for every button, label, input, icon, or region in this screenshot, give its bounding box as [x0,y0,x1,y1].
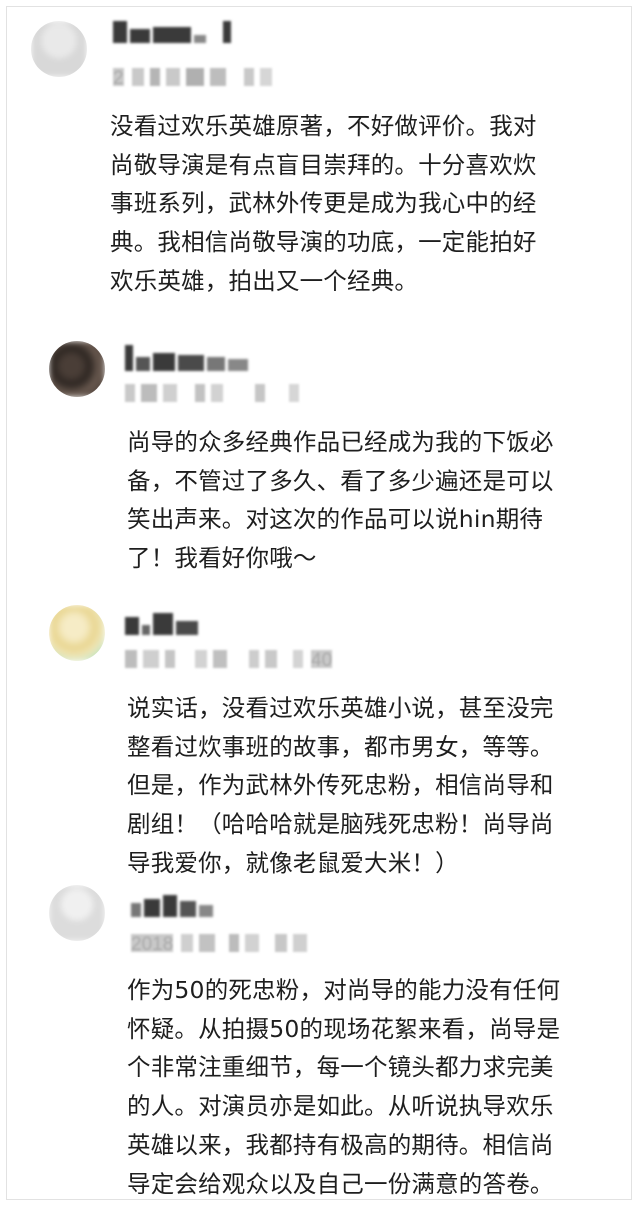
avatar[interactable] [49,885,105,941]
comment-text: 作为50的死忠粉，对尚导的能力没有任何 怀疑。从拍摄50的现场花絮来看，尚导是 … [127,976,561,1198]
comment-timestamp: 40 [125,647,333,671]
comment-text: 尚导的众多经典作品已经成为我的下饭必 备，不管过了多久、看了多少遍还是可以 笑出… [127,428,554,573]
comment-timestamp: 2018 [131,931,308,955]
comment-text: 说实话，没看过欢乐英雄小说，甚至没完 整看过炊事班的故事，都市男女，等等。 但是… [127,694,554,877]
username-redacted[interactable] [131,887,213,917]
username-redacted[interactable] [113,13,231,43]
avatar[interactable] [49,605,105,661]
comment-text: 没看过欢乐英雄原著，不好做评价。我对 尚敬导演是有点盲目崇拜的。十分喜欢炊 事班… [110,112,537,295]
avatar[interactable] [31,21,87,77]
comment-timestamp: 2 [113,65,272,89]
username-redacted[interactable] [125,341,248,371]
comment-timestamp [125,381,299,405]
avatar[interactable] [49,341,105,397]
username-redacted[interactable] [125,605,198,635]
comment-list: 2 没看过欢乐英雄原著，不好做评价。我对 尚敬导演是有点盲目崇拜的。十分喜欢炊 … [6,6,632,1200]
